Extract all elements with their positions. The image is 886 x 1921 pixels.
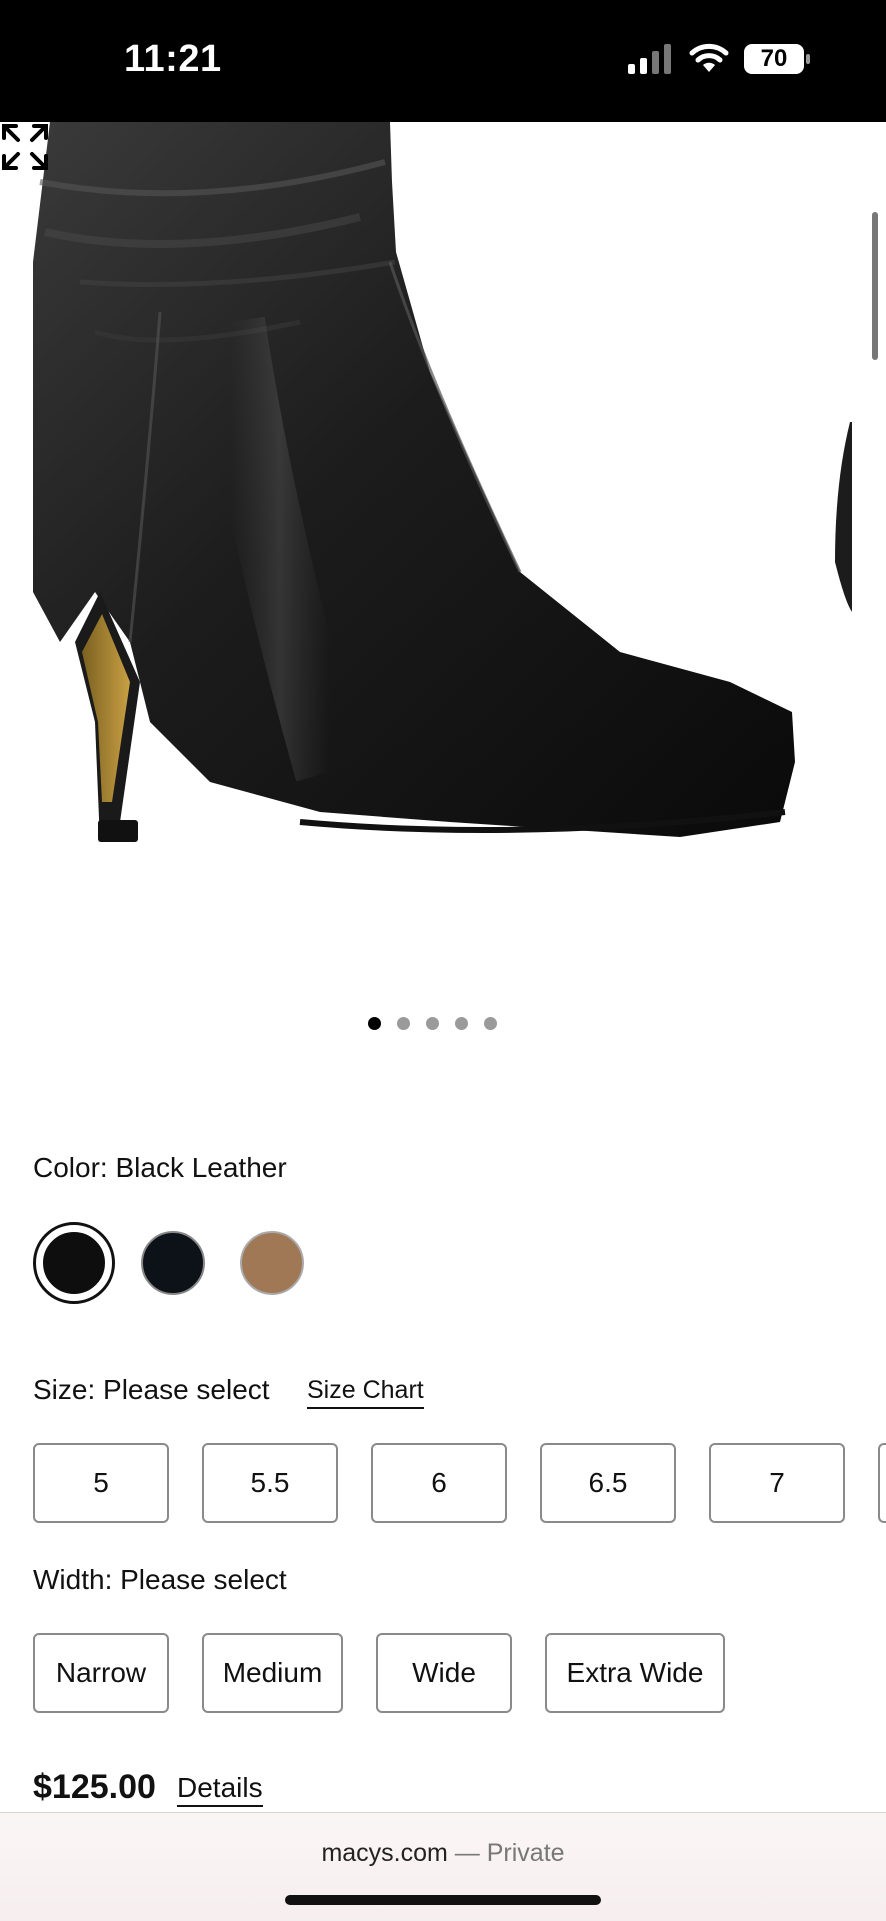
product-image-carousel[interactable] — [0, 122, 886, 1002]
url-separator: — — [454, 1839, 480, 1867]
battery-percent: 70 — [760, 45, 788, 72]
width-option-medium[interactable]: Medium — [202, 1633, 343, 1713]
battery-cap — [806, 54, 810, 64]
status-time: 11:21 — [124, 38, 222, 80]
url-domain: macys.com — [321, 1839, 448, 1867]
browser-address-bar[interactable]: macys.com — Private — [0, 1812, 886, 1921]
swatch-black-suede[interactable] — [141, 1231, 205, 1295]
address-display[interactable]: macys.com — Private — [0, 1839, 886, 1868]
cellular-signal-icon — [628, 44, 671, 74]
size-chart-link[interactable]: Size Chart — [307, 1376, 424, 1409]
size-option-next-partial[interactable] — [878, 1443, 886, 1523]
boot-product-image — [33, 122, 852, 842]
product-price: $125.00 — [33, 1768, 156, 1806]
private-mode-label: Private — [486, 1839, 565, 1867]
carousel-dot-1[interactable] — [368, 1017, 381, 1030]
color-swatches — [33, 1222, 333, 1306]
fullscreen-expand-icon[interactable] — [0, 122, 50, 172]
wifi-icon — [689, 43, 729, 72]
carousel-pagination — [368, 1017, 497, 1030]
carousel-dot-3[interactable] — [426, 1017, 439, 1030]
carousel-dot-4[interactable] — [455, 1017, 468, 1030]
carousel-dot-5[interactable] — [484, 1017, 497, 1030]
size-option-7[interactable]: 7 — [709, 1443, 845, 1523]
home-indicator[interactable] — [285, 1895, 601, 1905]
color-label: Color: Black Leather — [33, 1152, 287, 1183]
width-option-narrow[interactable]: Narrow — [33, 1633, 169, 1713]
size-label: Size: Please select — [33, 1374, 270, 1405]
size-option-5-5[interactable]: 5.5 — [202, 1443, 338, 1523]
size-option-6-5[interactable]: 6.5 — [540, 1443, 676, 1523]
battery-indicator: 70 — [744, 44, 810, 74]
size-option-6[interactable]: 6 — [371, 1443, 507, 1523]
price-details-link[interactable]: Details — [177, 1772, 263, 1807]
swatch-black-leather[interactable] — [33, 1222, 115, 1304]
width-option-extra-wide[interactable]: Extra Wide — [545, 1633, 725, 1713]
status-bar: 11:21 70 — [0, 0, 886, 122]
size-option-5[interactable]: 5 — [33, 1443, 169, 1523]
page-scrollbar[interactable] — [872, 212, 878, 360]
width-label: Width: Please select — [33, 1564, 287, 1595]
swatch-tan[interactable] — [240, 1231, 304, 1295]
carousel-dot-2[interactable] — [397, 1017, 410, 1030]
swatch-black-leather-fill — [41, 1230, 107, 1296]
width-option-wide[interactable]: Wide — [376, 1633, 512, 1713]
